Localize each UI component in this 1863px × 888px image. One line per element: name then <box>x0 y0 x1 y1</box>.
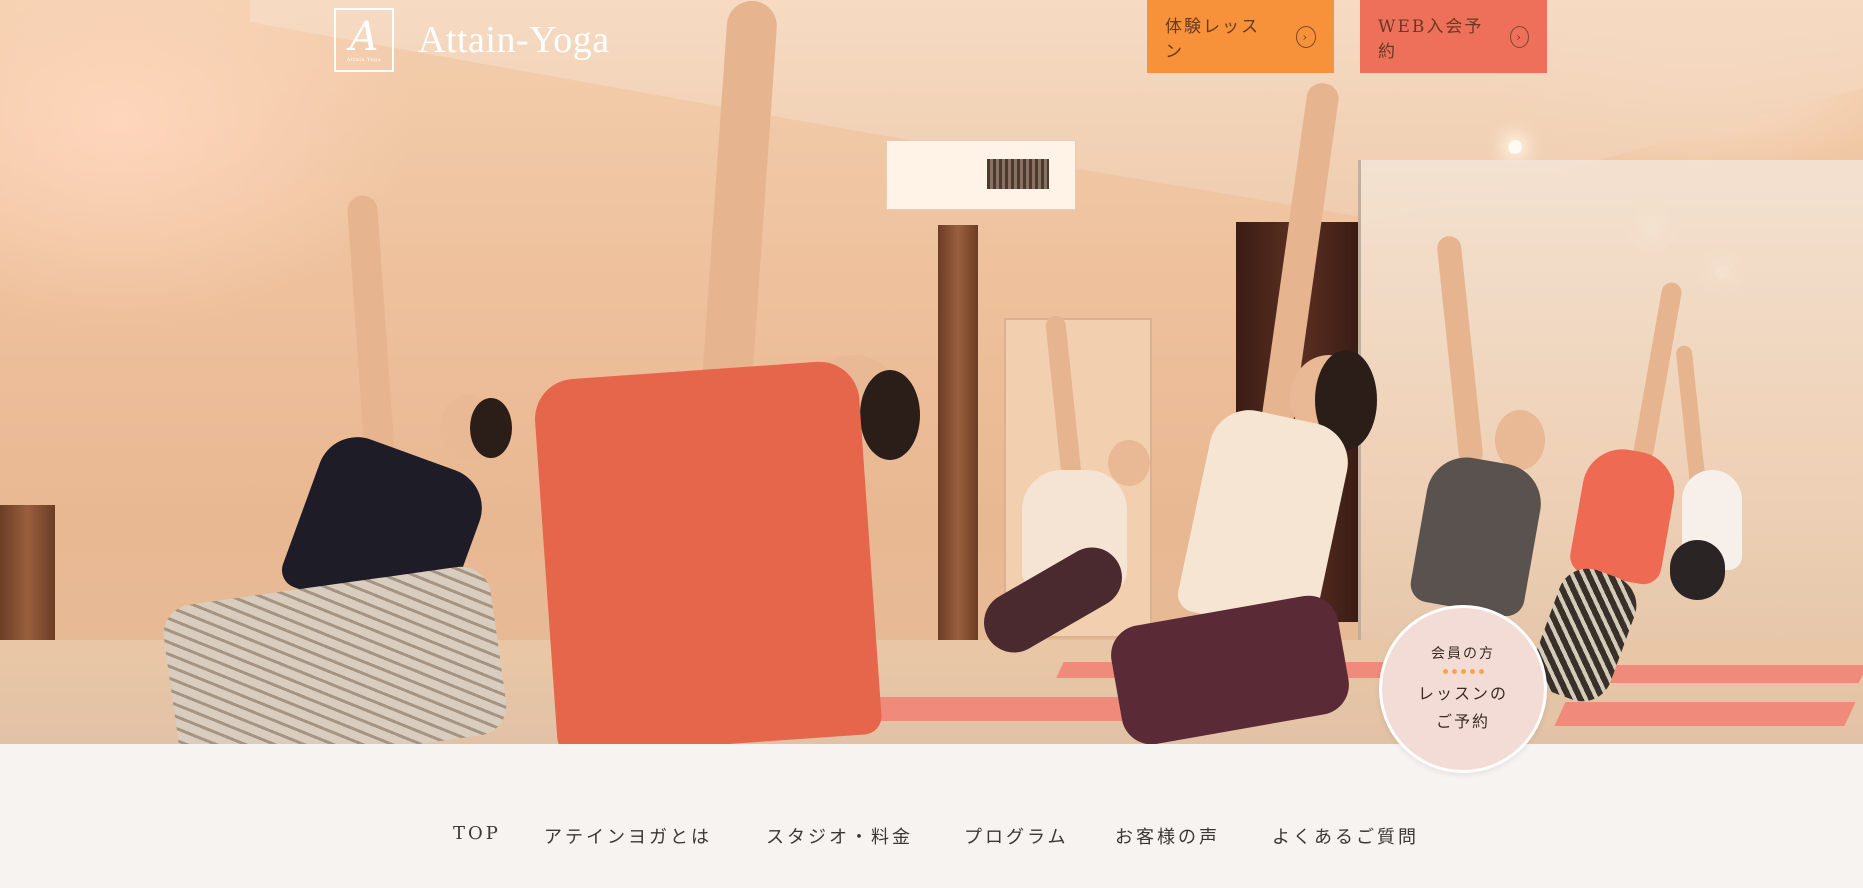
web-signup-label: WEB入会予約 <box>1378 16 1484 62</box>
pillar <box>938 225 978 665</box>
logo-letter: A <box>349 14 379 60</box>
trial-lesson-label: 体験レッスン <box>1165 16 1260 62</box>
member-lesson-label: レッスンの <box>1417 683 1508 703</box>
arrow-glyph: › <box>1516 29 1523 44</box>
member-booking-label: ご予約 <box>1435 711 1490 731</box>
nav-item-faq[interactable]: よくあるご質問 <box>1272 823 1419 849</box>
nav-item-studio-pricing[interactable]: スタジオ・料金 <box>766 823 913 849</box>
logo-mark: A Attain Yoga <box>334 8 394 72</box>
yoga-mat <box>1554 702 1856 726</box>
air-conditioner <box>886 140 1076 210</box>
ceiling-light <box>1508 140 1522 154</box>
hero-image: A Attain Yoga Attain-Yoga 体験レッスン › WEB入会… <box>0 0 1863 744</box>
nav-item-about[interactable]: アテインヨガとは <box>544 823 712 849</box>
logo-name: Attain-Yoga <box>418 19 610 61</box>
member-booking-button[interactable]: 会員の方 レッスンの ご予約 <box>1379 605 1547 773</box>
nav-item-top[interactable]: TOP <box>453 823 501 844</box>
main-nav <box>0 744 1863 888</box>
yoga-mat <box>1575 665 1863 683</box>
nav-item-program[interactable]: プログラム <box>964 823 1068 849</box>
arrow-circle-icon: › <box>1509 25 1529 48</box>
trial-lesson-button[interactable]: 体験レッスン › <box>1147 0 1334 73</box>
nav-item-testimonials[interactable]: お客様の声 <box>1115 823 1220 849</box>
web-signup-button[interactable]: WEB入会予約 › <box>1360 0 1547 73</box>
site-logo[interactable]: A Attain Yoga Attain-Yoga <box>334 8 610 72</box>
arrow-glyph: › <box>1302 29 1310 44</box>
arrow-circle-icon: › <box>1295 25 1316 48</box>
dots-decoration <box>1442 668 1484 674</box>
member-label: 会員の方 <box>1431 645 1495 662</box>
logo-small-text: Attain Yoga <box>346 57 382 63</box>
